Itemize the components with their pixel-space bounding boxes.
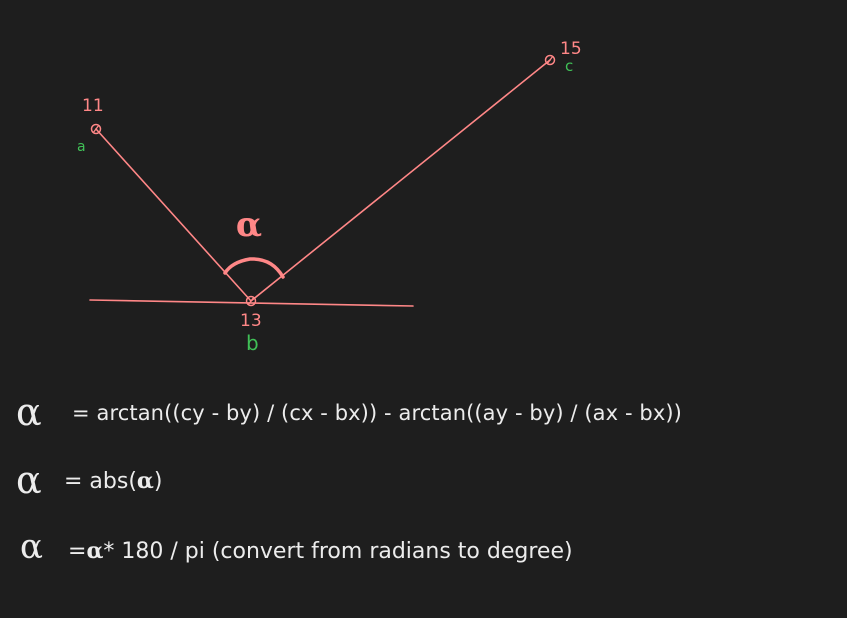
formula-2-text: = abs(α) — [64, 470, 162, 493]
point-b-number: 13 — [240, 311, 262, 331]
angle-diagram: α — [89, 54, 556, 307]
diagram-canvas: α 11 a 13 b 15 c α = arctan((cy - by) / … — [0, 0, 847, 618]
point-a-name: a — [77, 139, 86, 155]
formula-3-suffix: * 180 / pi (convert from radians to degr… — [103, 539, 573, 564]
formula-2-prefix: = abs( — [64, 469, 137, 494]
formula-3-symbol: α — [20, 527, 43, 567]
point-c-name: c — [565, 57, 574, 75]
point-c-marker-slash — [546, 55, 554, 65]
formula-3-prefix: = — [68, 539, 87, 564]
point-c-number: 15 — [560, 39, 582, 59]
angle-arc — [223, 257, 285, 279]
segment-a-b — [95, 128, 252, 302]
formula-2-suffix: ) — [153, 469, 163, 494]
angle-symbol: α — [236, 205, 262, 245]
segment-b-c — [250, 59, 551, 302]
formula-1-symbol: α — [16, 390, 42, 434]
formula-3-text: =α* 180 / pi (convert from radians to de… — [68, 540, 573, 563]
point-b-name: b — [246, 331, 259, 355]
point-a-number: 11 — [82, 96, 104, 116]
formula-2-inner-symbol: α — [136, 468, 154, 494]
formula-2-symbol: α — [16, 458, 42, 502]
formula-3-inner-symbol: α — [86, 538, 104, 564]
formula-1-text: = arctan((cy - by) / (cx - bx)) - arctan… — [72, 401, 682, 425]
